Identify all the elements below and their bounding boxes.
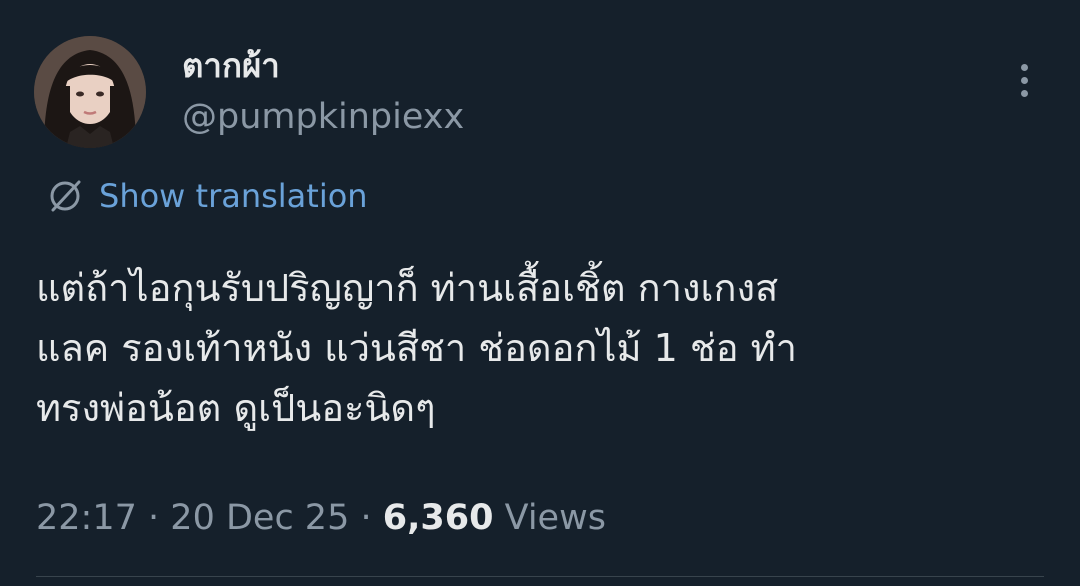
author-handle[interactable]: @pumpkinpiexx	[182, 95, 464, 139]
more-options-icon	[1020, 63, 1028, 71]
tweet-text: แต่ถ้าไอกุนรับปริญญาก็ ท่านเสื้อเชิ้ต กา…	[36, 266, 798, 430]
tweet-time[interactable]: 22:17	[36, 498, 137, 538]
tweet-meta: 22:17 · 20 Dec 25 · 6,360 Views	[36, 496, 606, 540]
more-options-button[interactable]	[1004, 56, 1044, 104]
translate-icon	[50, 180, 81, 212]
divider	[36, 576, 1044, 577]
show-translation-label: Show translation	[99, 177, 368, 215]
profile-photo	[34, 36, 146, 148]
more-options-icon-dot	[1020, 76, 1028, 84]
avatar[interactable]	[34, 36, 146, 148]
author-display-name[interactable]: ตากผ้า	[182, 44, 280, 88]
more-options-icon-dot	[1020, 89, 1028, 97]
views-label[interactable]: Views	[505, 498, 606, 538]
show-translation-button[interactable]: Show translation	[46, 174, 368, 218]
views-count[interactable]: 6,360	[383, 498, 494, 538]
meta-separator: ·	[148, 498, 160, 538]
meta-separator: ·	[360, 498, 372, 538]
tweet-date[interactable]: 20 Dec 25	[170, 498, 349, 538]
